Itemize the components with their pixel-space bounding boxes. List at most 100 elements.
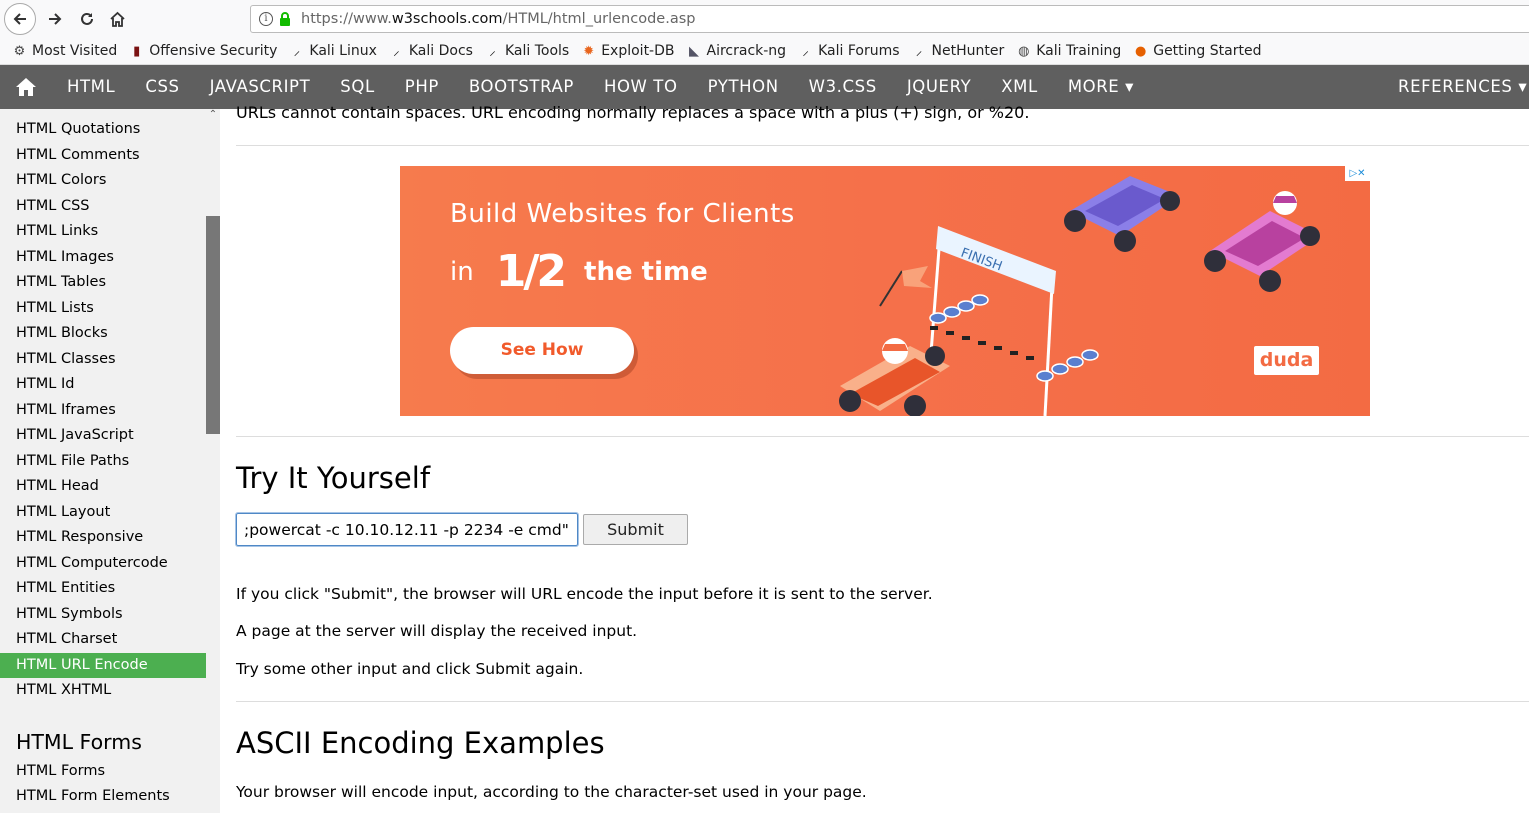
sidebar-item[interactable]: HTML File Paths xyxy=(0,449,206,475)
nav-label: JQUERY xyxy=(906,77,972,96)
sidebar-item[interactable]: HTML Comments xyxy=(0,143,206,169)
sidebar-item[interactable]: HTML XHTML xyxy=(0,678,206,704)
bookmark-item[interactable]: ● Getting Started xyxy=(1133,43,1261,59)
sidebar-item[interactable]: HTML Form Elements xyxy=(0,784,206,810)
duda-logo[interactable]: duda xyxy=(1254,346,1319,375)
sidebar-item[interactable]: HTML Forms xyxy=(0,759,206,785)
arrow-left-icon xyxy=(13,13,26,25)
sidebar-section-heading: HTML Forms xyxy=(16,729,142,754)
browser-toolbar: i https://www. w3schools.com/HTML/html_ur… xyxy=(0,0,1529,38)
bookmark-label: Kali Tools xyxy=(504,43,570,59)
sidebar-item[interactable]: HTML Colors xyxy=(0,168,206,194)
sidebar-item[interactable]: HTML Classes xyxy=(0,347,206,373)
caret-down-icon: ▾ xyxy=(1119,77,1135,96)
info-icon[interactable]: i xyxy=(259,12,273,26)
arrow-right-icon xyxy=(49,13,62,25)
forward-button[interactable] xyxy=(40,4,70,34)
sidebar-item[interactable]: HTML Id xyxy=(0,372,206,398)
lock-icon[interactable] xyxy=(279,12,291,26)
sidebar-scroll-thumb[interactable] xyxy=(206,216,220,434)
nav-css[interactable]: CSS xyxy=(130,65,194,109)
ad-choices-icon[interactable]: ▷✕ xyxy=(1345,166,1370,181)
nav-label: CSS xyxy=(145,77,180,96)
bookmark-item[interactable]: ⚙ Most Visited xyxy=(12,43,118,59)
ad-subheadline: in 1/2 the time xyxy=(450,246,708,297)
nav-label: PYTHON xyxy=(707,77,779,96)
sidebar-item[interactable]: HTML Blocks xyxy=(0,321,206,347)
nav-label: HOW TO xyxy=(603,77,678,96)
sidebar-item[interactable]: HTML Images xyxy=(0,245,206,271)
sidebar-item[interactable]: HTML Iframes xyxy=(0,398,206,424)
sidebar-item[interactable]: HTML JavaScript xyxy=(0,423,206,449)
bookmark-label: Kali Training xyxy=(1036,43,1122,59)
divider xyxy=(236,701,1529,702)
references-menu[interactable]: REFERENCES ▾ xyxy=(1398,65,1527,109)
bookmark-item[interactable]: ⸝ Kali Docs xyxy=(389,43,473,59)
nav-label: HTML xyxy=(67,77,116,96)
bookmark-item[interactable]: ◣ Aircrack-ng xyxy=(687,43,787,59)
bookmark-label: Aircrack-ng xyxy=(706,43,787,59)
home-button[interactable] xyxy=(102,4,132,34)
sidebar-item[interactable]: HTML Charset xyxy=(0,627,206,653)
bookmark-item[interactable]: ✹ Exploit-DB xyxy=(581,43,674,59)
nav-label: JAVASCRIPT xyxy=(209,77,311,96)
sidebar-item[interactable]: HTML Quotations xyxy=(0,117,206,143)
nav-more[interactable]: MORE ▾ xyxy=(1053,65,1149,109)
bookmark-label: Kali Linux xyxy=(309,43,377,59)
kali-dragon-icon: ⸝ xyxy=(293,43,301,59)
scroll-up-icon[interactable]: ⌃ xyxy=(207,109,219,121)
nav-label: SQL xyxy=(340,77,375,96)
url-encode-input[interactable] xyxy=(235,512,579,547)
left-sidebar: HTML Quotations HTML Comments HTML Colors H… xyxy=(0,109,220,813)
bookmark-label: Kali Forums xyxy=(818,43,900,59)
kali-dragon-icon: ⸝ xyxy=(393,43,400,59)
main-content: URLs cannot contain spaces. URL encoding… xyxy=(235,103,1529,813)
sidebar-item[interactable]: HTML Symbols xyxy=(0,602,206,628)
submit-button[interactable]: Submit xyxy=(583,514,688,545)
ad-see-how-button[interactable]: See How xyxy=(450,327,634,374)
url-host: w3schools.com xyxy=(391,11,503,27)
kali-dragon-icon: ⸝ xyxy=(489,43,496,59)
bookmark-label: Getting Started xyxy=(1153,43,1262,59)
back-button[interactable] xyxy=(4,3,36,35)
bookmark-label: Offensive Security xyxy=(149,43,278,59)
home-link[interactable] xyxy=(0,65,52,109)
sidebar-item[interactable]: HTML Lists xyxy=(0,296,206,322)
sidebar-item[interactable]: HTML Layout xyxy=(0,500,206,526)
nav-html[interactable]: HTML xyxy=(52,65,130,109)
home-icon xyxy=(109,11,125,27)
sidebar-scrollbar[interactable] xyxy=(206,109,220,813)
sidebar-item[interactable]: HTML URL Encode xyxy=(0,652,206,678)
sidebar-item[interactable]: HTML Tables xyxy=(0,270,206,296)
sidebar-item[interactable]: HTML Responsive xyxy=(0,525,206,551)
aircrack-icon: ◣ xyxy=(689,43,699,59)
bookmark-item[interactable]: ⸝ Kali Forums xyxy=(798,43,899,59)
ad-headline: Build Websites for Clients xyxy=(450,199,795,229)
intro-text: URLs cannot contain spaces. URL encoding… xyxy=(236,103,1030,122)
gear-icon: ⚙ xyxy=(13,43,26,59)
ad-half: 1/2 xyxy=(495,246,567,297)
bookmark-label: Exploit-DB xyxy=(601,43,675,59)
info-paragraph: A page at the server will display the re… xyxy=(236,622,638,640)
bookmark-item[interactable]: ▮ Offensive Security xyxy=(129,43,277,59)
bookmark-item[interactable]: ⸝ NetHunter xyxy=(912,43,1004,59)
bookmark-item[interactable]: ⸝ Kali Tools xyxy=(485,43,569,59)
sidebar-item[interactable]: HTML Entities xyxy=(0,576,206,602)
bookmark-item[interactable]: ⸝ Kali Linux xyxy=(289,43,377,59)
nav-label: MORE xyxy=(1067,77,1120,96)
bookmark-item[interactable]: ◍ Kali Training xyxy=(1016,43,1121,59)
ad-time: the time xyxy=(584,256,708,287)
go-kart-illustration: FINISH xyxy=(839,176,1320,416)
sidebar-item[interactable]: HTML Computercode xyxy=(0,551,206,577)
bookmark-label: Kali Docs xyxy=(408,43,473,59)
sidebar-item[interactable]: HTML Links xyxy=(0,219,206,245)
reload-button[interactable] xyxy=(72,4,102,34)
references-label: REFERENCES xyxy=(1398,77,1513,96)
advertisement[interactable]: Build Websites for Clients in 1/2 the ti… xyxy=(400,166,1370,416)
address-bar[interactable]: i https://www. w3schools.com/HTML/html_ur… xyxy=(250,5,1529,33)
try-it-heading: Try It Yourself xyxy=(236,461,431,495)
sidebar-item[interactable]: HTML Head xyxy=(0,474,206,500)
ascii-paragraph: Your browser will encode input, accordin… xyxy=(236,783,867,801)
reload-icon xyxy=(81,12,93,25)
sidebar-item[interactable]: HTML CSS xyxy=(0,194,206,220)
